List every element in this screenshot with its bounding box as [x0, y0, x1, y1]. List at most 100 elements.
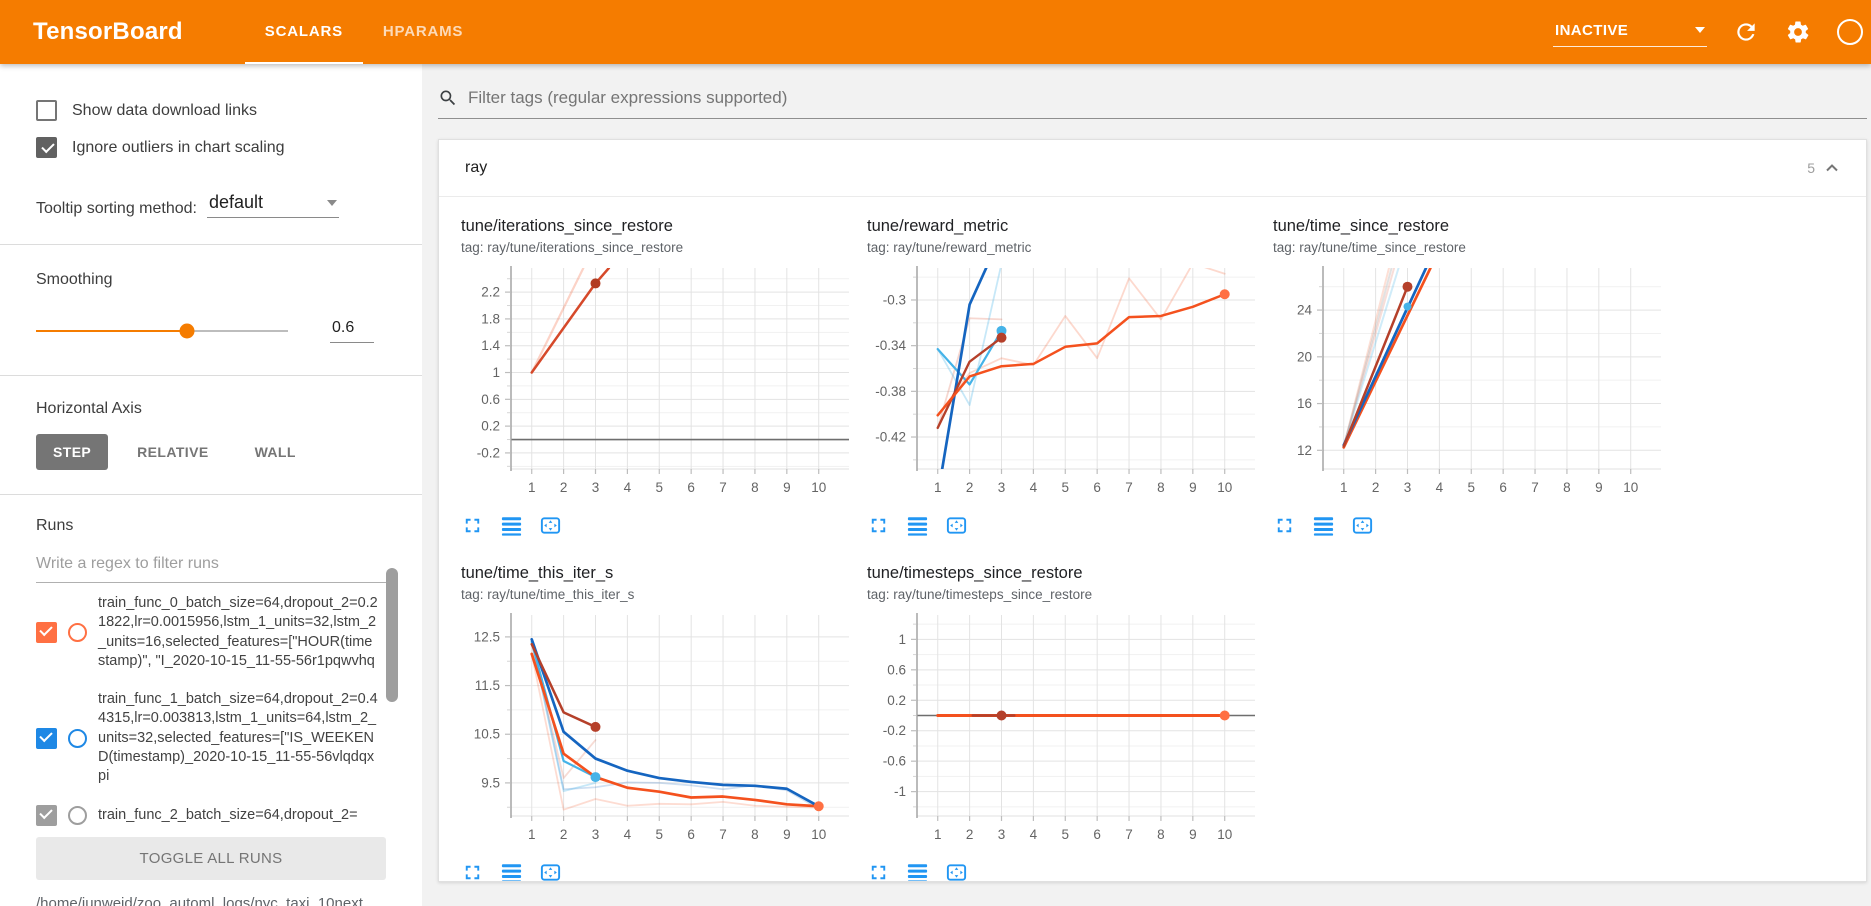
svg-text:7: 7 — [719, 480, 727, 495]
run-solo-radio-1[interactable] — [68, 729, 87, 748]
svg-text:8: 8 — [1563, 480, 1571, 495]
svg-text:1: 1 — [934, 827, 942, 842]
fit-domain-icon[interactable] — [945, 514, 968, 542]
expand-chart-icon[interactable] — [867, 861, 890, 882]
chart-actions — [867, 861, 1273, 882]
svg-text:0.6: 0.6 — [887, 662, 906, 677]
svg-text:9: 9 — [783, 480, 791, 495]
chart-card-tune-reward-metric: tune/reward_metrictag: ray/tune/reward_m… — [867, 217, 1273, 542]
search-icon — [438, 88, 458, 108]
header-tabs: SCALARSHPARAMS — [245, 0, 483, 64]
svg-text:1: 1 — [898, 632, 906, 647]
chart-card-tune-time-this-iter-s: tune/time_this_iter_s tag: ray/tune/time_… — [461, 564, 867, 882]
run-item-0: train_func_0_batch_size=64,dropout_2=0.2… — [36, 585, 386, 681]
svg-text:10: 10 — [811, 480, 826, 495]
svg-text:0.2: 0.2 — [481, 419, 500, 434]
chart-tag: tag: ray/tune/reward_metric — [867, 240, 1273, 255]
tag-filter-input[interactable] — [468, 88, 1867, 108]
svg-text:-0.2: -0.2 — [477, 445, 500, 460]
run-label-1: train_func_1_batch_size=64,dropout_2=0.4… — [98, 690, 378, 787]
run-checkbox-1[interactable] — [36, 728, 57, 749]
run-solo-radio-0[interactable] — [68, 623, 87, 642]
svg-text:-0.3: -0.3 — [883, 292, 906, 307]
smoothing-value[interactable]: 0.6 — [330, 319, 374, 343]
gear-icon[interactable] — [1785, 19, 1811, 45]
ray-section-header[interactable]: ray 5 — [439, 140, 1866, 197]
svg-text:8: 8 — [751, 480, 759, 495]
checkbox-0[interactable] — [36, 100, 57, 121]
run-checkbox-2[interactable] — [36, 805, 57, 826]
toggle-all-runs-button[interactable]: TOGGLE ALL RUNS — [36, 837, 386, 880]
svg-text:5: 5 — [1468, 480, 1476, 495]
runs-selector-icon[interactable] — [906, 861, 929, 882]
chart-plot-tune-time-since-restore[interactable]: 2420161212345678910 — [1273, 263, 1669, 503]
axis-btn-relative[interactable]: RELATIVE — [120, 434, 225, 470]
svg-text:2.2: 2.2 — [481, 285, 500, 300]
axis-btn-step[interactable]: STEP — [36, 434, 108, 470]
run-label-2: train_func_2_batch_size=64,dropout_2= — [98, 806, 358, 825]
svg-text:6: 6 — [1093, 480, 1101, 495]
refresh-icon[interactable] — [1733, 19, 1759, 45]
smoothing-slider[interactable] — [36, 330, 288, 332]
runs-selector-icon[interactable] — [1312, 514, 1335, 542]
svg-text:-1: -1 — [894, 784, 906, 799]
svg-text:0.2: 0.2 — [887, 693, 906, 708]
smoothing-label: Smoothing — [36, 271, 386, 289]
chart-plot-tune-time-this-iter-s[interactable]: 12.511.510.59.512345678910 — [461, 610, 857, 850]
fit-domain-icon[interactable] — [539, 514, 562, 542]
svg-text:1.4: 1.4 — [481, 338, 500, 353]
svg-text:4: 4 — [1030, 480, 1038, 495]
svg-text:1: 1 — [492, 365, 500, 380]
svg-text:3: 3 — [998, 480, 1006, 495]
chevron-up-icon[interactable] — [1824, 161, 1840, 175]
tab-scalars[interactable]: SCALARS — [245, 0, 363, 64]
expand-chart-icon[interactable] — [1273, 514, 1296, 542]
svg-text:-0.34: -0.34 — [875, 338, 906, 353]
svg-text:10: 10 — [1217, 827, 1232, 842]
logdir-path: /home/junweid/zoo_automl_logs/nyc_taxi_1… — [36, 893, 386, 906]
expand-chart-icon[interactable] — [867, 514, 890, 542]
checkbox-label-1: Ignore outliers in chart scaling — [72, 139, 285, 157]
runs-selector-icon[interactable] — [500, 861, 523, 882]
help-icon[interactable] — [1837, 19, 1863, 45]
tab-hparams[interactable]: HPARAMS — [363, 0, 483, 64]
axis-btn-wall[interactable]: WALL — [238, 434, 313, 470]
svg-text:4: 4 — [624, 827, 632, 842]
svg-text:7: 7 — [1125, 480, 1133, 495]
expand-chart-icon[interactable] — [461, 861, 484, 882]
axis-buttons: STEP RELATIVE WALL — [36, 434, 386, 470]
page-title: TensorBoard — [0, 18, 183, 46]
run-solo-radio-2[interactable] — [68, 806, 87, 825]
chart-plot-tune-iterations-since-restore[interactable]: 2.21.81.410.60.2-0.212345678910 — [461, 263, 857, 503]
smoothing-slider-handle[interactable] — [180, 324, 195, 339]
runs-list: train_func_0_batch_size=64,dropout_2=0.2… — [36, 585, 386, 853]
run-checkbox-0[interactable] — [36, 622, 57, 643]
fit-domain-icon[interactable] — [945, 861, 968, 882]
chart-title: tune/time_this_iter_s — [461, 564, 867, 583]
svg-text:10: 10 — [811, 827, 826, 842]
runs-selector-icon[interactable] — [906, 514, 929, 542]
app-header: TensorBoard SCALARSHPARAMS INACTIVE — [0, 0, 1871, 64]
runs-selector-icon[interactable] — [500, 514, 523, 542]
tooltip-sorting-select[interactable]: default — [207, 192, 339, 218]
svg-text:9: 9 — [1189, 480, 1197, 495]
svg-text:3: 3 — [998, 827, 1006, 842]
svg-text:12: 12 — [1297, 443, 1312, 458]
checkbox-1[interactable] — [36, 137, 57, 158]
svg-text:3: 3 — [1404, 480, 1412, 495]
svg-text:2: 2 — [966, 480, 974, 495]
chart-tag: tag: ray/tune/time_since_restore — [1273, 240, 1679, 255]
runs-list-scrollbar[interactable] — [386, 568, 398, 702]
chart-tag: tag: ray/tune/timesteps_since_restore — [867, 587, 1273, 602]
inactive-dropdown-value: INACTIVE — [1555, 22, 1628, 39]
chart-tag: tag: ray/tune/iterations_since_restore — [461, 240, 867, 255]
inactive-dropdown[interactable]: INACTIVE — [1553, 18, 1707, 47]
chart-tag: tag: ray/tune/time_this_iter_s — [461, 587, 867, 602]
chart-plot-tune-timesteps-since-restore[interactable]: 10.60.2-0.2-0.6-112345678910 — [867, 610, 1263, 850]
expand-chart-icon[interactable] — [461, 514, 484, 542]
fit-domain-icon[interactable] — [1351, 514, 1374, 542]
runs-filter-input[interactable] — [36, 549, 386, 583]
svg-text:20: 20 — [1297, 349, 1312, 364]
chart-plot-tune-reward-metric[interactable]: -0.3-0.34-0.38-0.4212345678910 — [867, 263, 1263, 503]
fit-domain-icon[interactable] — [539, 861, 562, 882]
